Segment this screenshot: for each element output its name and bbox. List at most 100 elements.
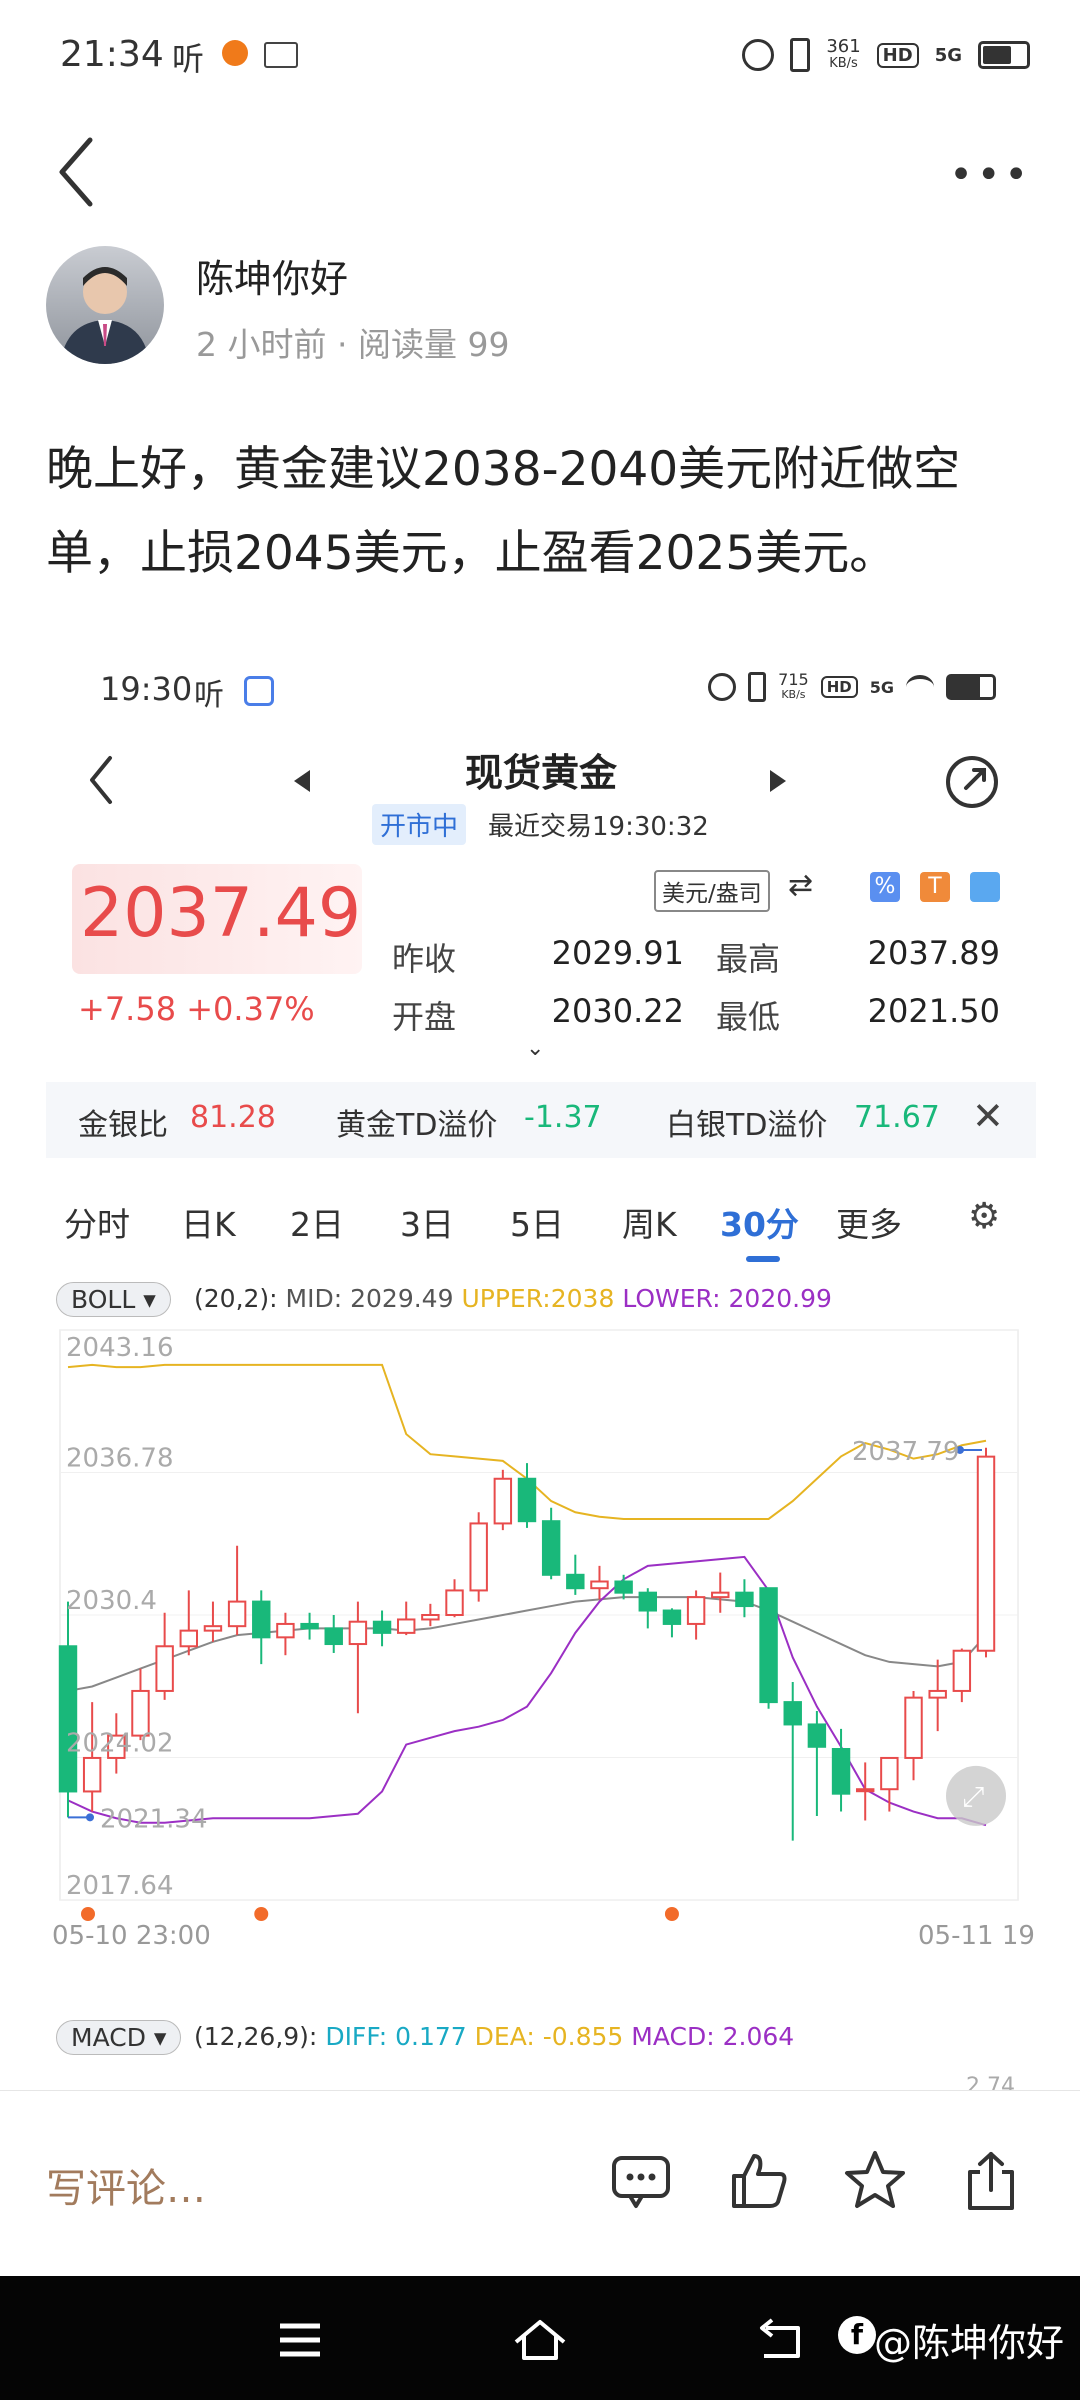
percent-icon[interactable]: %	[870, 872, 900, 902]
gold-silver-ratio-value: 81.28	[190, 1100, 276, 1135]
high-value: 2037.89	[867, 934, 1000, 972]
candle-body	[252, 1600, 271, 1639]
low-label: 最低	[716, 998, 781, 1036]
embed-status-icons: 715 KB/s HD 5G	[708, 672, 996, 702]
tab-daily[interactable]: 日K	[181, 1198, 236, 1246]
candle-body	[58, 1645, 78, 1793]
candle-body	[276, 1622, 295, 1639]
silver-td-premium-value: 71.67	[854, 1100, 940, 1135]
net-speed-value: 361	[826, 36, 861, 57]
last-trade-time: 最近交易19:30:32	[488, 812, 709, 842]
unit-selector[interactable]: 美元/盎司	[654, 870, 770, 912]
candle-body	[855, 1788, 875, 1793]
app-badge-icon	[222, 40, 248, 66]
candle-body	[880, 1756, 899, 1791]
candle-body	[928, 1689, 947, 1699]
candle-body	[396, 1618, 416, 1634]
signal-icon: 5G	[934, 44, 962, 66]
macd-diff: DIFF: 0.177	[325, 2022, 467, 2051]
author-avatar[interactable]	[46, 246, 164, 364]
pie-icon[interactable]	[970, 872, 1000, 902]
status-bar: 21:34 听 361 KB/s HD 5G	[0, 0, 1080, 110]
candle-body	[348, 1620, 368, 1646]
macd-params: (12,26,9):	[194, 2022, 318, 2051]
max-price-label: 2037.79	[852, 1437, 960, 1467]
watermark-text: @陈坤你好	[873, 2321, 1064, 2365]
post-body: 晚上好，黄金建议2038-2040美元附近做空单，止损2045美元，止盈看202…	[46, 442, 961, 581]
candle-body	[445, 1589, 464, 1616]
share-icon[interactable]	[958, 2148, 1024, 2214]
boll-mid-line	[67, 1596, 987, 1692]
tab-5day[interactable]: 5日	[510, 1198, 564, 1246]
candle-body	[469, 1522, 488, 1592]
gold-td-premium-value: -1.37	[524, 1100, 602, 1135]
comment-input[interactable]: 写评论…	[46, 2156, 206, 2214]
event-dot	[81, 1907, 95, 1921]
back-icon[interactable]	[52, 132, 102, 212]
prev-close-label: 昨收	[392, 940, 457, 978]
market-open-badge: 开市中	[372, 804, 467, 845]
y-tick-label: 2024.02	[66, 1729, 174, 1759]
author-name[interactable]: 陈坤你好	[196, 248, 348, 303]
y-tick-label: 2017.64	[66, 1871, 174, 1901]
expand-chevron-icon[interactable]: ⌄	[526, 1036, 544, 1061]
active-tab-underline	[746, 1256, 780, 1262]
expand-icon: ⤢	[962, 1780, 984, 1813]
gold-td-premium-label: 黄金TD溢价	[336, 1108, 498, 1143]
current-price: 2037.49	[80, 874, 362, 953]
embedded-screenshot[interactable]: 19:30 听 715 KB/s HD 5G 现货黄金 开市中 最近交易19:3…	[46, 640, 1036, 2099]
settings-gear-icon[interactable]: ⚙	[968, 1196, 1000, 1237]
candle-body	[831, 1748, 851, 1795]
favorite-star-icon[interactable]	[842, 2148, 908, 2214]
boll-params: (20,2):	[194, 1284, 278, 1313]
macd-value: MACD: 2.064	[631, 2022, 795, 2051]
kline-chart[interactable]: 2043.16 2036.78 2030.4 2024.02 2017.64 05-10 …	[46, 1320, 1036, 2020]
menu-icon[interactable]	[276, 2320, 324, 2360]
boll-values: (20,2): MID: 2029.49 UPPER:2038 LOWER: 2…	[194, 1284, 832, 1313]
macd-selector[interactable]: MACD ▾	[56, 2020, 182, 2055]
instrument-title: 现货黄金	[464, 751, 617, 795]
swap-unit-icon[interactable]: ⇄	[788, 868, 813, 903]
candle-body	[662, 1609, 682, 1625]
tab-weekly[interactable]: 周K	[622, 1198, 677, 1246]
embed-signal-icon: 5G	[869, 677, 894, 697]
tool-icon[interactable]: T	[920, 872, 950, 902]
tab-3day[interactable]: 3日	[400, 1198, 454, 1246]
vibrate-icon	[790, 38, 811, 72]
candle-body	[493, 1477, 513, 1525]
more-options-icon[interactable]: •••	[949, 152, 1032, 198]
tab-2day[interactable]: 2日	[290, 1198, 344, 1246]
comment-icon[interactable]	[608, 2148, 674, 2214]
prev-close-value: 2029.91	[551, 934, 684, 972]
axis-labels: 2043.16 2036.78 2030.4 2024.02 2017.64 05-10 …	[52, 1333, 1036, 1951]
home-icon[interactable]	[512, 2316, 568, 2362]
candle-body	[203, 1625, 223, 1632]
boll-selector[interactable]: BOLL ▾	[56, 1282, 171, 1317]
embed-wifi-icon	[906, 675, 934, 699]
like-icon[interactable]	[726, 2148, 792, 2214]
y-tick-label: 2043.16	[66, 1333, 174, 1363]
tab-intraday[interactable]: 分时	[64, 1198, 130, 1246]
embed-hd-icon: HD	[820, 676, 858, 698]
watermark-logo-icon: f	[838, 2316, 876, 2354]
boll-selector-label: BOLL	[71, 1285, 136, 1314]
tab-30min[interactable]: 30分	[720, 1198, 799, 1246]
candle-body	[638, 1591, 658, 1612]
candle-body	[421, 1614, 440, 1621]
candle-body	[686, 1596, 706, 1625]
candle-body	[952, 1649, 972, 1692]
net-speed-unit: KB/s	[829, 56, 858, 71]
candle-body	[735, 1591, 754, 1608]
candle-body	[179, 1629, 199, 1648]
candle-body	[300, 1622, 319, 1630]
candle-body	[541, 1520, 561, 1576]
close-ratio-bar-icon[interactable]: ✕	[972, 1094, 1004, 1138]
silver-td-premium-label: 白银TD溢价	[666, 1108, 828, 1143]
macd-values: (12,26,9): DIFF: 0.177 DEA: -0.855 MACD:…	[194, 2022, 794, 2051]
refresh-icon[interactable]	[944, 754, 1000, 810]
embed-listen-indicator: 听	[194, 678, 224, 713]
back-nav-icon[interactable]	[754, 2316, 804, 2362]
x-end-label: 05-11 19:30	[918, 1921, 1036, 1951]
next-instrument-icon[interactable]	[768, 768, 788, 794]
tab-more[interactable]: 更多	[836, 1198, 902, 1246]
